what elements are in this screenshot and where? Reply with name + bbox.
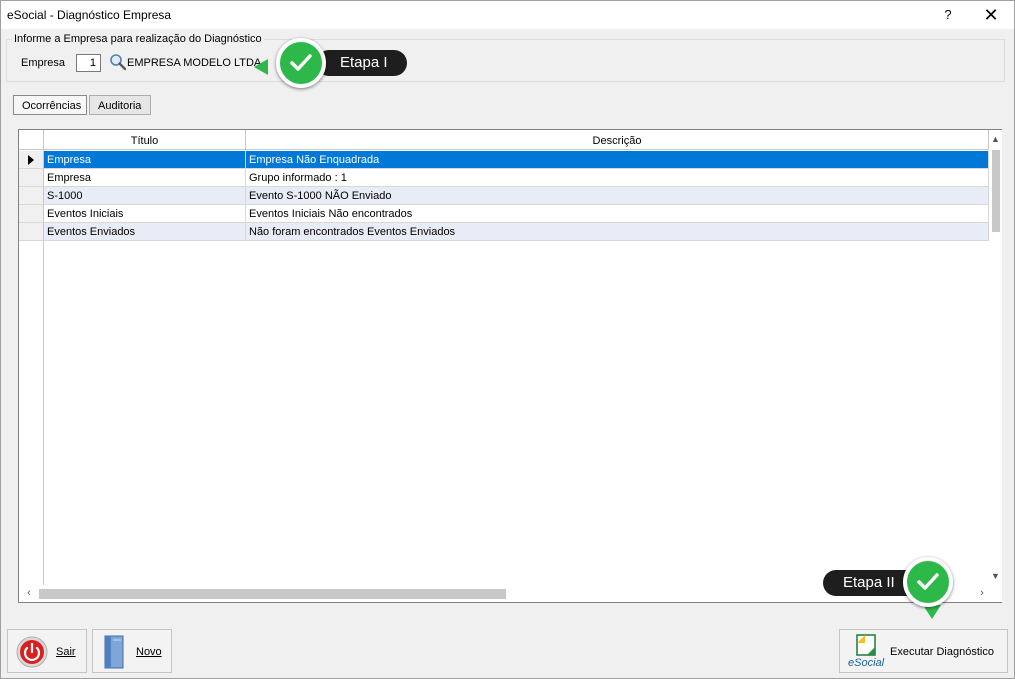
- occurrences-grid: Título Descrição Empresa Empresa Não Enq…: [18, 129, 1002, 603]
- etapa1-badge: Etapa I: [316, 50, 407, 76]
- row-indicator: [19, 223, 44, 241]
- sair-label: Sair: [56, 646, 76, 658]
- scroll-up-icon[interactable]: ▲: [989, 132, 1002, 146]
- etapa2-pointer: [923, 605, 941, 619]
- window-title: eSocial - Diagnóstico Empresa: [7, 8, 172, 22]
- row-indicator: [19, 205, 44, 223]
- company-label: Empresa: [21, 57, 66, 69]
- novo-label: Novo: [136, 646, 162, 658]
- table-row[interactable]: Empresa Empresa Não Enquadrada: [19, 151, 989, 169]
- column-header-titulo[interactable]: Título: [44, 130, 246, 150]
- scroll-down-icon[interactable]: ▼: [989, 569, 1002, 583]
- company-group: Informe a Empresa para realização do Dia…: [6, 33, 1005, 82]
- tab-auditoria[interactable]: Auditoria: [89, 95, 151, 115]
- search-icon[interactable]: [108, 52, 128, 72]
- horizontal-scroll-thumb[interactable]: [39, 589, 506, 599]
- esocial-logo-text: eSocial: [848, 657, 885, 669]
- row-indicator: [19, 187, 44, 205]
- company-name: EMPRESA MODELO LTDA: [127, 57, 262, 69]
- row-indicator: [19, 169, 44, 187]
- table-row[interactable]: S-1000 Evento S-1000 NÃO Enviado: [19, 187, 989, 205]
- title-bar: eSocial - Diagnóstico Empresa ? ✕: [1, 1, 1014, 29]
- etapa1-check-icon: [276, 38, 326, 88]
- cell-descricao[interactable]: Grupo informado : 1: [246, 169, 989, 187]
- executar-diagnostico-button[interactable]: eSocial Executar Diagnóstico: [839, 629, 1008, 673]
- cell-descricao[interactable]: Eventos Iniciais Não encontrados: [246, 205, 989, 223]
- indicator-header: [19, 130, 44, 150]
- cell-titulo[interactable]: Empresa: [44, 169, 246, 187]
- etapa1-pointer: [254, 59, 268, 75]
- cell-descricao[interactable]: Evento S-1000 NÃO Enviado: [246, 187, 989, 205]
- scroll-right-icon[interactable]: ›: [974, 585, 990, 602]
- etapa2-check-icon: [903, 557, 953, 607]
- tab-ocorrencias[interactable]: Ocorrências: [13, 95, 87, 115]
- current-row-arrow-icon: [28, 155, 34, 165]
- sair-button[interactable]: Sair: [7, 629, 87, 673]
- cell-descricao[interactable]: Não foram encontrados Eventos Enviados: [246, 223, 989, 241]
- scroll-left-icon[interactable]: ‹: [21, 585, 37, 602]
- vertical-scrollbar[interactable]: ▲ ▼: [989, 130, 1002, 585]
- esocial-logo-icon: eSocial: [848, 633, 884, 671]
- column-header-descricao[interactable]: Descrição: [246, 130, 989, 150]
- vertical-scroll-thumb[interactable]: [992, 150, 1000, 232]
- cell-titulo[interactable]: S-1000: [44, 187, 246, 205]
- cell-descricao[interactable]: Empresa Não Enquadrada: [246, 151, 989, 169]
- table-row[interactable]: Eventos Enviados Não foram encontrados E…: [19, 223, 989, 241]
- novo-button[interactable]: Novo: [92, 629, 172, 673]
- new-document-icon: [101, 634, 127, 673]
- executar-label: Executar Diagnóstico: [890, 646, 994, 658]
- cell-titulo[interactable]: Eventos Iniciais: [44, 205, 246, 223]
- close-button[interactable]: ✕: [969, 1, 1013, 29]
- help-button[interactable]: ?: [926, 1, 970, 29]
- cell-titulo[interactable]: Empresa: [44, 151, 246, 169]
- cell-titulo[interactable]: Eventos Enviados: [44, 223, 246, 241]
- company-group-legend: Informe a Empresa para realização do Dia…: [12, 33, 264, 45]
- grid-header: Título Descrição: [19, 130, 989, 150]
- diagnostico-window: eSocial - Diagnóstico Empresa ? ✕ Inform…: [0, 0, 1015, 679]
- table-row[interactable]: Eventos Iniciais Eventos Iniciais Não en…: [19, 205, 989, 223]
- row-indicator: [19, 151, 44, 169]
- company-code-input[interactable]: 1: [76, 54, 101, 72]
- power-icon: [16, 636, 48, 671]
- table-row[interactable]: Empresa Grupo informado : 1: [19, 169, 989, 187]
